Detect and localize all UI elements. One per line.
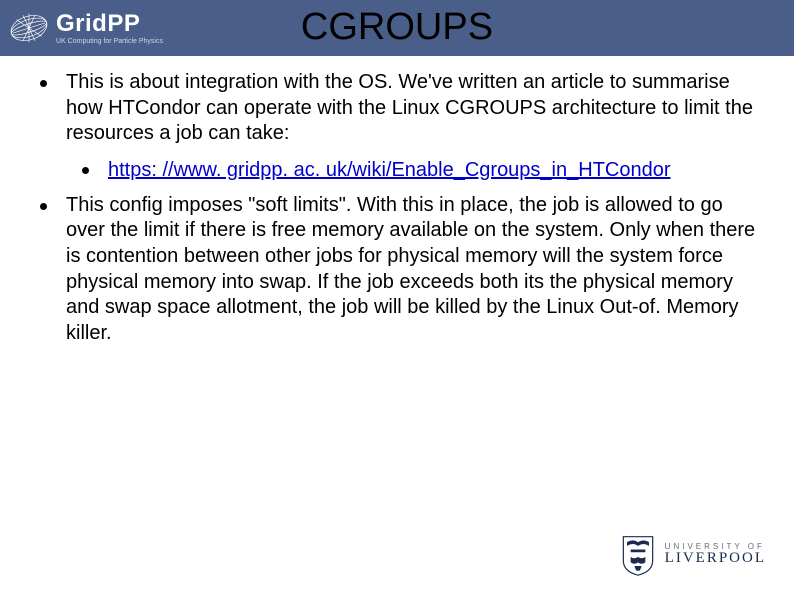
bullet-1-text: This is about integration with the OS. W… xyxy=(66,71,753,144)
bullet-list-2: This config imposes "soft limits". With … xyxy=(28,193,766,347)
wiki-link[interactable]: https: //www. gridpp. ac. uk/wiki/Enable… xyxy=(108,159,671,181)
header-bar: GridPP UK Computing for Particle Physics… xyxy=(0,0,794,56)
bullet-2-text: This config imposes "soft limits". With … xyxy=(66,194,755,344)
logo-text: GridPP UK Computing for Particle Physics xyxy=(56,12,163,45)
university-logo: UNIVERSITY OF LIVERPOOL xyxy=(619,533,766,577)
grid-globe-icon xyxy=(8,7,50,49)
bullet-item-2: This config imposes "soft limits". With … xyxy=(40,193,766,347)
slide-title: CGROUPS xyxy=(301,6,493,49)
gridpp-logo: GridPP UK Computing for Particle Physics xyxy=(0,7,163,49)
logo-main-text: GridPP xyxy=(56,12,163,36)
university-bottom-text: LIVERPOOL xyxy=(665,551,766,567)
bullet-list: This is about integration with the OS. W… xyxy=(28,70,766,147)
sub-bullet-item: https: //www. gridpp. ac. uk/wiki/Enable… xyxy=(82,157,766,183)
sub-bullet-list: https: //www. gridpp. ac. uk/wiki/Enable… xyxy=(28,157,766,183)
logo-sub-text: UK Computing for Particle Physics xyxy=(56,38,163,45)
content-area: This is about integration with the OS. W… xyxy=(0,56,794,346)
bullet-item-1: This is about integration with the OS. W… xyxy=(40,70,766,147)
liverpool-crest-icon xyxy=(619,533,657,577)
university-text: UNIVERSITY OF LIVERPOOL xyxy=(665,543,766,567)
